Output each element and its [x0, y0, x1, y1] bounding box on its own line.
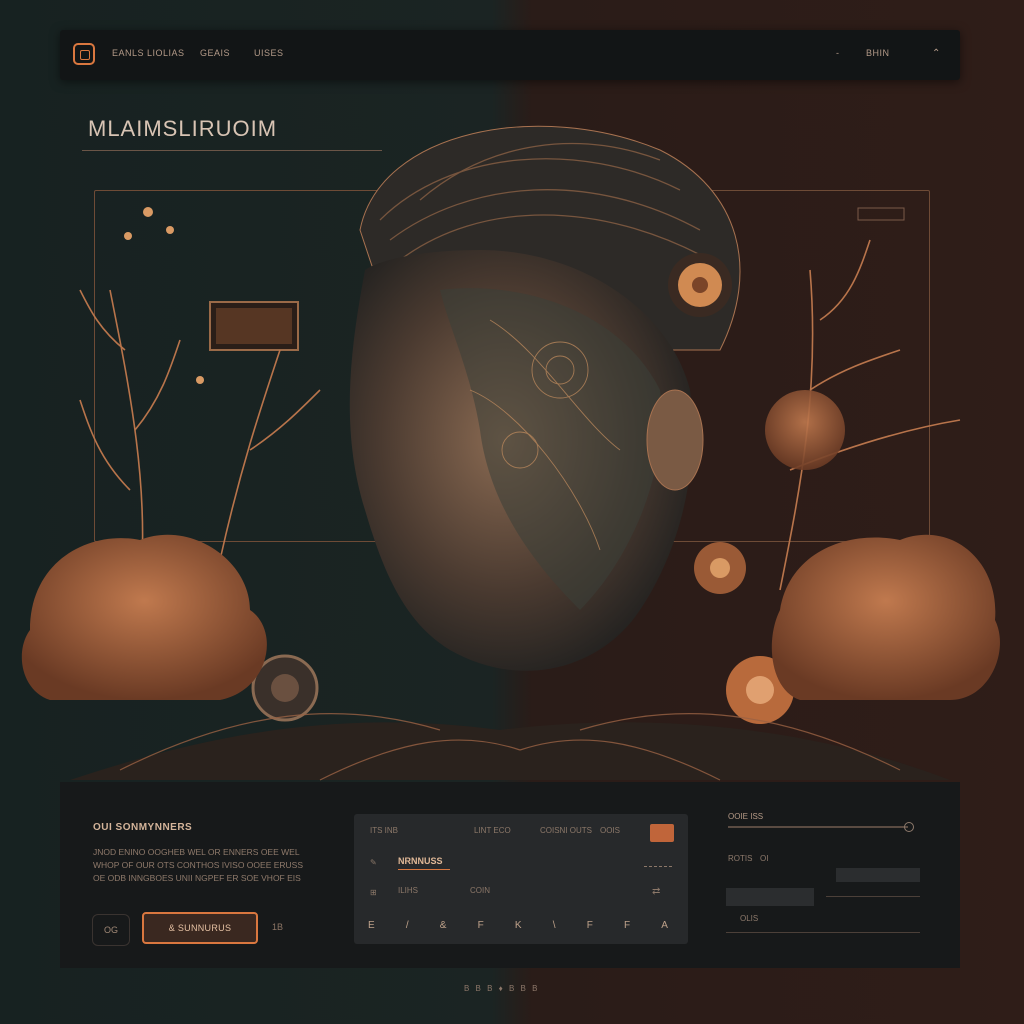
right-panel-label: OOIE ISS [728, 812, 764, 821]
right-row-label-2: OLIS [740, 914, 759, 923]
share-icon[interactable]: ⇄ [652, 886, 660, 897]
toolbar-item[interactable]: A [661, 920, 668, 931]
panel-col-3[interactable]: COISNI OUTS [540, 826, 600, 835]
hero-illustration [21, 125, 1000, 781]
pen-icon[interactable]: ✎ [370, 858, 377, 867]
panel-col-1[interactable]: ITS INB [370, 826, 398, 835]
nav-item-3[interactable]: UISES [254, 48, 284, 58]
panel-sub-1: ILIHS [398, 886, 419, 895]
editor-panel: ITS INB LINT ECO COISNI OUTS OOIS ✎ NRNN… [354, 814, 688, 944]
headline-underline [398, 869, 450, 870]
chevron-up-icon[interactable]: ⌃ [932, 48, 941, 59]
panel-toolbar: E / & F K \ F F A [368, 920, 668, 931]
toolbar-item[interactable]: F [624, 920, 630, 931]
toolbar-item[interactable]: F [478, 920, 484, 931]
panel-sub-2: COIN [470, 886, 490, 895]
panel-col-2[interactable]: LINT ECO [474, 826, 511, 835]
section-title: OUI SONMYNNERS [93, 822, 193, 833]
toolbar-item[interactable]: \ [553, 920, 556, 931]
slider-knob[interactable] [904, 822, 914, 832]
panel-col-4[interactable]: OOIS [600, 826, 620, 835]
logo-icon[interactable] [73, 43, 95, 65]
right-input-1[interactable] [836, 868, 920, 882]
right-row-label: ROTIS [728, 854, 753, 863]
secondary-button[interactable]: OG [92, 914, 130, 946]
right-divider [826, 896, 920, 897]
grid-icon[interactable]: ⊞ [370, 888, 377, 897]
right-input-2[interactable] [726, 888, 814, 906]
right-row-label-b: OI [760, 854, 769, 863]
toolbar-item[interactable]: E [368, 920, 375, 931]
toolbar-item[interactable]: & [440, 920, 447, 931]
extra-link[interactable]: 1B [272, 922, 283, 932]
footer-pagination[interactable]: B B B ♦ B B B [464, 984, 539, 993]
section-paragraph: JNOD ENINO OOGHEB WEL OR ENNERS OEE WEL … [93, 847, 304, 883]
nav-item-2[interactable]: GEAIS [200, 48, 230, 58]
panel-accent-chip[interactable] [650, 824, 674, 842]
range-slider[interactable] [728, 826, 908, 828]
nav-item-1[interactable]: EANLS LIOLIAS [112, 48, 185, 58]
nav-item-right[interactable]: BHIN [866, 48, 890, 58]
right-underline [726, 932, 920, 933]
toolbar-item[interactable]: F [587, 920, 593, 931]
toolbar-item[interactable]: / [406, 920, 409, 931]
dashed-divider [644, 866, 672, 868]
toolbar-item[interactable]: K [515, 920, 522, 931]
top-nav-bar: EANLS LIOLIAS GEAIS UISES - BHIN ⌃ [60, 30, 960, 80]
panel-headline: NRNNUSS [398, 856, 443, 866]
nav-item-short[interactable]: - [836, 48, 840, 58]
primary-cta-button[interactable]: & SUNNURUS [142, 912, 258, 944]
